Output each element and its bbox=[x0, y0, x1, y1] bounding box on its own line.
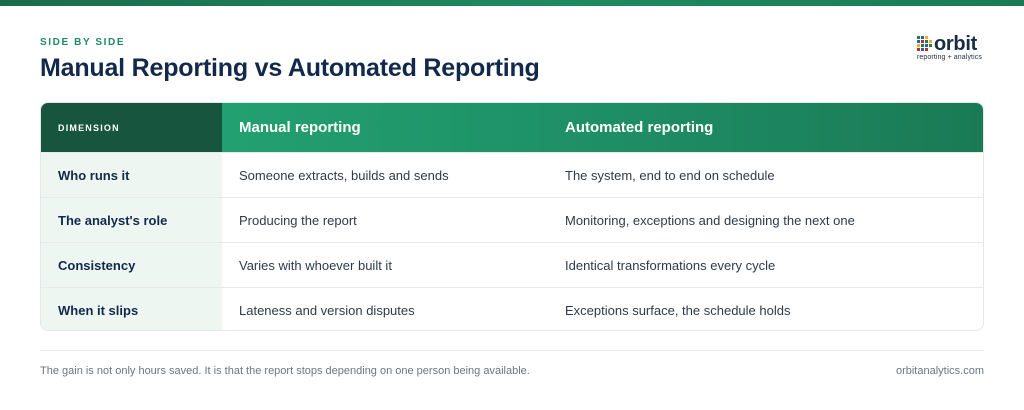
dimension-cell: When it slips bbox=[41, 288, 222, 330]
orbit-logo: orbit reporting + analytics bbox=[914, 33, 988, 66]
logo-wordmark: orbit bbox=[934, 33, 977, 55]
header-manual: Manual reporting bbox=[222, 103, 548, 152]
top-accent-bar bbox=[0, 0, 1024, 6]
manual-cell: Varies with whoever built it bbox=[222, 243, 548, 287]
table-row: When it slips Lateness and version dispu… bbox=[41, 287, 983, 330]
dimension-cell: The analyst's role bbox=[41, 198, 222, 242]
header-dimension: DIMENSION bbox=[41, 103, 222, 152]
comparison-table: DIMENSION Manual reporting Automated rep… bbox=[40, 102, 984, 331]
logo-tagline: reporting + analytics bbox=[917, 54, 982, 61]
page-title: Manual Reporting vs Automated Reporting bbox=[40, 54, 540, 82]
eyebrow-label: SIDE BY SIDE bbox=[40, 37, 126, 48]
automated-cell: The system, end to end on schedule bbox=[548, 153, 983, 197]
table-row: Who runs it Someone extracts, builds and… bbox=[41, 152, 983, 197]
automated-cell: Identical transformations every cycle bbox=[548, 243, 983, 287]
table-row: The analyst's role Producing the report … bbox=[41, 197, 983, 242]
footer-note: The gain is not only hours saved. It is … bbox=[40, 365, 530, 377]
footer-divider bbox=[40, 350, 984, 351]
table-row: Consistency Varies with whoever built it… bbox=[41, 242, 983, 287]
header-automated: Automated reporting bbox=[548, 103, 983, 152]
manual-cell: Producing the report bbox=[222, 198, 548, 242]
dimension-cell: Who runs it bbox=[41, 153, 222, 197]
manual-cell: Lateness and version disputes bbox=[222, 288, 548, 330]
dimension-cell: Consistency bbox=[41, 243, 222, 287]
orbit-logo-mark-icon bbox=[917, 36, 932, 51]
footer-site-link[interactable]: orbitanalytics.com bbox=[896, 365, 984, 377]
automated-cell: Exceptions surface, the schedule holds bbox=[548, 288, 983, 330]
manual-cell: Someone extracts, builds and sends bbox=[222, 153, 548, 197]
table-header-row: DIMENSION Manual reporting Automated rep… bbox=[41, 103, 983, 152]
automated-cell: Monitoring, exceptions and designing the… bbox=[548, 198, 983, 242]
